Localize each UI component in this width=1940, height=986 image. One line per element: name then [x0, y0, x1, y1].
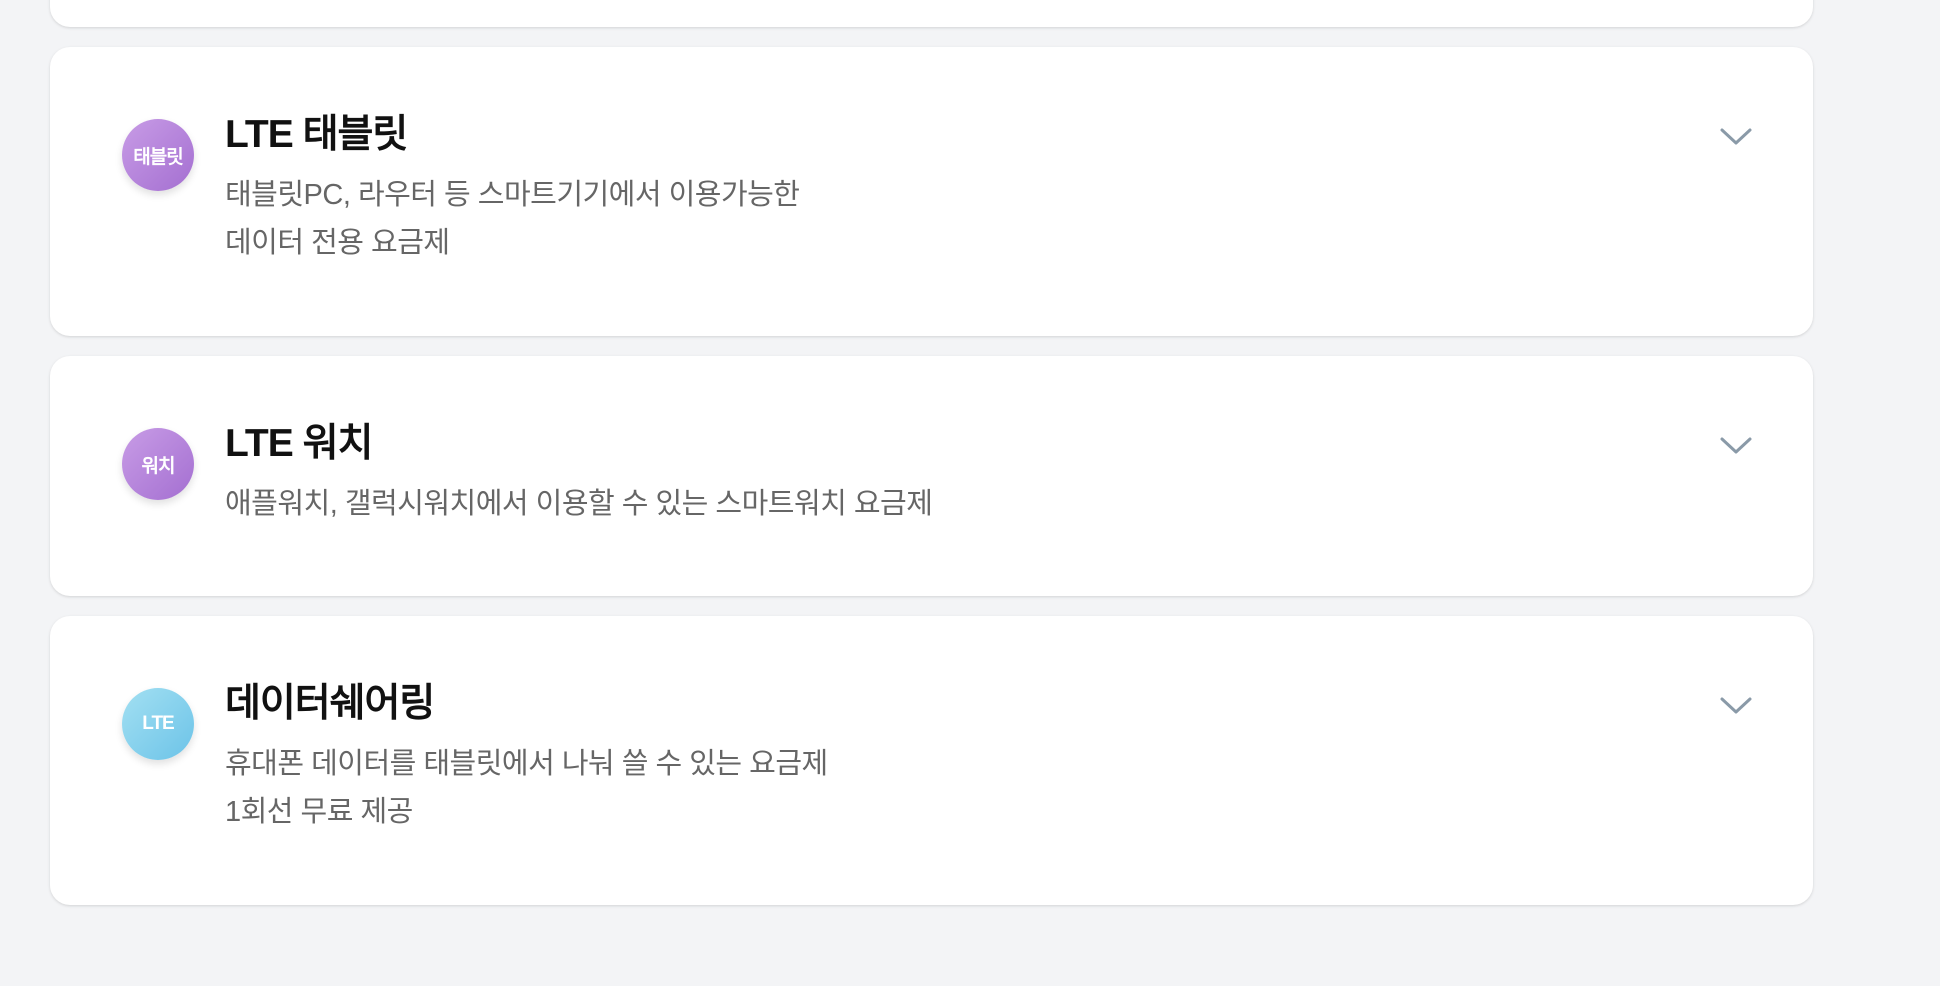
chevron-down-icon[interactable] [1719, 694, 1753, 718]
plan-description-line: 휴대폰 데이터를 태블릿에서 나눠 쓸 수 있는 요금제 [225, 748, 828, 780]
plan-card-data-sharing[interactable]: LTE 데이터쉐어링 휴대폰 데이터를 태블릿에서 나눠 쓸 수 있는 요금제 … [50, 616, 1813, 905]
plan-card-lte-watch[interactable]: 워치 LTE 워치 애플워치, 갤럭시워치에서 이용할 수 있는 스마트워치 요… [50, 356, 1813, 596]
plan-description-line: 데이터 전용 요금제 [225, 227, 450, 259]
chevron-down-icon[interactable] [1719, 125, 1753, 149]
plan-badge-tablet: 태블릿 [122, 119, 194, 191]
plan-badge-watch: 워치 [122, 428, 194, 500]
plan-description: 태블릿PC, 라우터 등 스마트기기에서 이용가능한 데이터 전용 요금제 [225, 171, 1693, 267]
plan-description: 휴대폰 데이터를 태블릿에서 나눠 쓸 수 있는 요금제 1회선 무료 제공 [225, 740, 1693, 836]
plan-description: 애플워치, 갤럭시워치에서 이용할 수 있는 스마트워치 요금제 [225, 480, 1693, 528]
plan-content: LTE 워치 애플워치, 갤럭시워치에서 이용할 수 있는 스마트워치 요금제 [225, 422, 1693, 528]
plan-content: LTE 태블릿 태블릿PC, 라우터 등 스마트기기에서 이용가능한 데이터 전… [225, 113, 1693, 267]
plan-card-lte-tablet[interactable]: 태블릿 LTE 태블릿 태블릿PC, 라우터 등 스마트기기에서 이용가능한 데… [50, 47, 1813, 336]
plan-title: LTE 워치 [225, 422, 373, 465]
plan-description-line: 태블릿PC, 라우터 등 스마트기기에서 이용가능한 [225, 179, 800, 211]
plan-title: LTE 태블릿 [225, 113, 408, 156]
plan-title: 데이터쉐어링 [225, 682, 435, 725]
plan-card-partial [50, 0, 1813, 27]
plan-description-line: 1회선 무료 제공 [225, 796, 413, 828]
plan-content: 데이터쉐어링 휴대폰 데이터를 태블릿에서 나눠 쓸 수 있는 요금제 1회선 … [225, 682, 1693, 836]
chevron-down-icon[interactable] [1719, 434, 1753, 458]
plan-badge-lte: LTE [122, 688, 194, 760]
plan-description-line: 애플워치, 갤럭시워치에서 이용할 수 있는 스마트워치 요금제 [225, 488, 933, 520]
